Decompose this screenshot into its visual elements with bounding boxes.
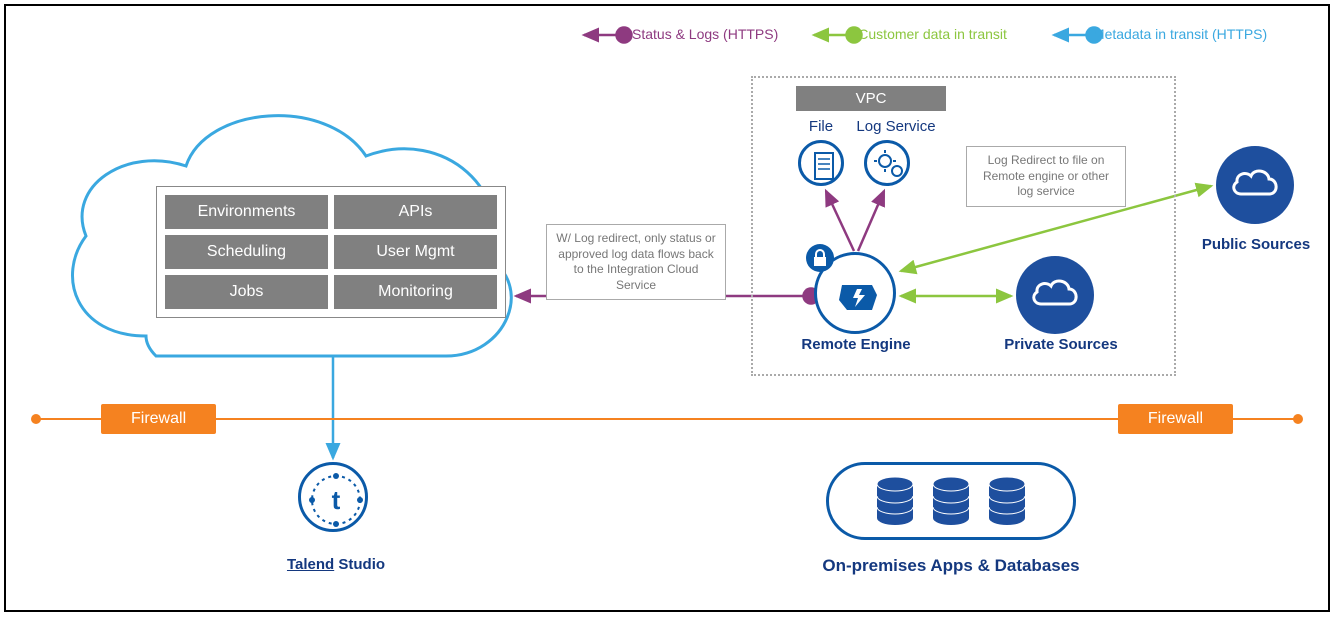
- legend-status: Status & Logs (HTTPS): [632, 26, 778, 42]
- studio-word: Studio: [334, 556, 385, 573]
- public-sources-label: Public Sources: [1186, 236, 1326, 253]
- legend: Status & Logs (HTTPS) Customer data in t…: [576, 26, 1267, 42]
- lock-icon: [806, 244, 834, 272]
- database-icon: [874, 476, 916, 526]
- firewall-line: [36, 418, 1298, 420]
- file-label: File: [796, 118, 846, 135]
- log-service-label: Log Service: [846, 118, 946, 135]
- box-user-mgmt: User Mgmt: [334, 235, 497, 269]
- database-icon: [930, 476, 972, 526]
- box-scheduling: Scheduling: [165, 235, 328, 269]
- gear-icon: [864, 140, 910, 186]
- firewall-label-left: Firewall: [101, 404, 216, 434]
- legend-customer-data: Customer data in transit: [858, 26, 1007, 42]
- firewall-label-right: Firewall: [1118, 404, 1233, 434]
- database-icon: [986, 476, 1028, 526]
- firewall-endpoint-left: [31, 414, 41, 424]
- cloud-capabilities-grid: Environments APIs Scheduling User Mgmt J…: [156, 186, 506, 318]
- note-log-redirect-file: Log Redirect to file on Remote engine or…: [966, 146, 1126, 207]
- on-premises-label: On-premises Apps & Databases: [796, 556, 1106, 576]
- remote-engine-label: Remote Engine: [786, 336, 926, 353]
- box-apis: APIs: [334, 195, 497, 229]
- talend-studio-icon: t: [298, 462, 368, 532]
- vpc-label: VPC: [796, 86, 946, 111]
- public-sources-icon: [1216, 146, 1294, 224]
- note-log-redirect-status: W/ Log redirect, only status or approved…: [546, 224, 726, 300]
- talend-brand: Talend: [287, 556, 334, 573]
- svg-text:t: t: [332, 485, 341, 515]
- box-jobs: Jobs: [165, 275, 328, 309]
- box-monitoring: Monitoring: [334, 275, 497, 309]
- on-premises-icon: [826, 462, 1076, 540]
- firewall-endpoint-right: [1293, 414, 1303, 424]
- file-icon: [798, 140, 844, 186]
- box-environments: Environments: [165, 195, 328, 229]
- talend-studio-label: Talend Studio: [266, 556, 406, 573]
- private-sources-icon: [1016, 256, 1094, 334]
- private-sources-label: Private Sources: [986, 336, 1136, 353]
- diagram-frame: Status & Logs (HTTPS) Customer data in t…: [4, 4, 1330, 612]
- legend-metadata: Metadata in transit (HTTPS): [1093, 26, 1267, 42]
